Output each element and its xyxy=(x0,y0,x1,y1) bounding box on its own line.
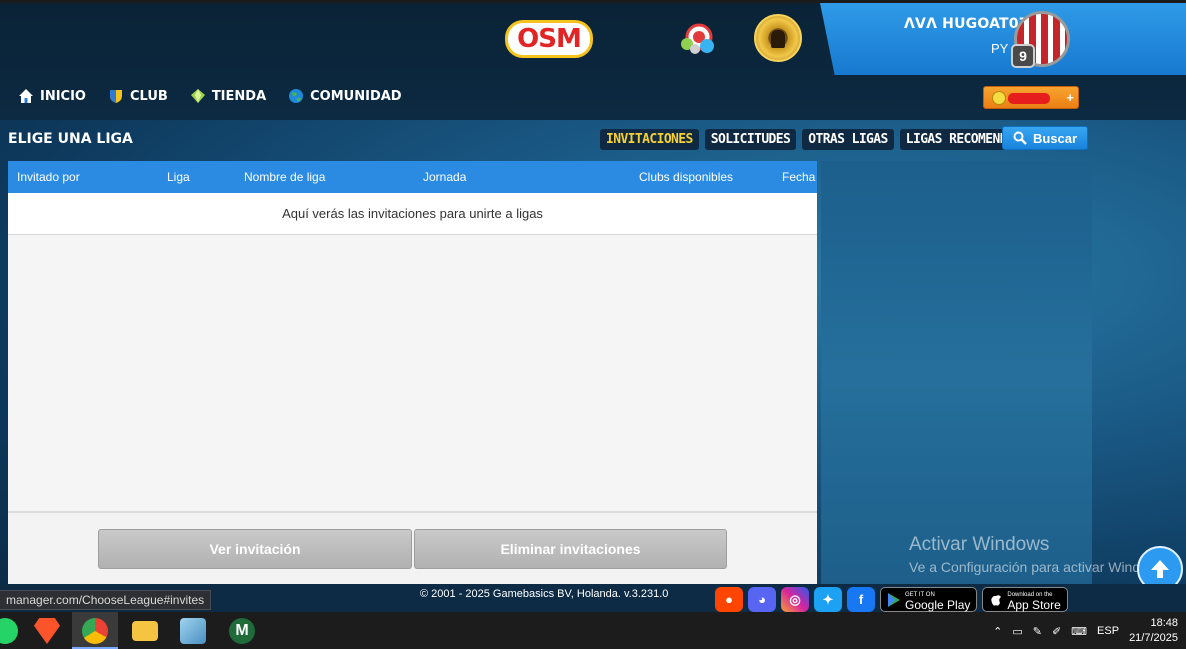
shield-icon xyxy=(109,90,122,103)
column-header-liga[interactable]: Liga xyxy=(167,170,190,184)
brave-browser-icon[interactable] xyxy=(34,618,60,644)
watermark-line-1: Activar Windows xyxy=(909,534,1050,555)
twitter-icon[interactable]: ✦ xyxy=(814,587,842,612)
column-header-clubs-disponibles[interactable]: Clubs disponibles xyxy=(639,170,733,184)
nav-label: CLUB xyxy=(129,88,168,104)
whatsapp-icon[interactable] xyxy=(0,618,18,644)
ink-icon[interactable]: ✐ xyxy=(1052,625,1061,638)
m-app-icon[interactable]: M xyxy=(229,618,255,644)
google-play-icon xyxy=(888,592,900,607)
facebook-icon[interactable]: f xyxy=(847,587,875,612)
discord-icon[interactable]: ◕ xyxy=(748,587,776,612)
search-label: Buscar xyxy=(1032,130,1078,146)
home-icon xyxy=(19,89,33,103)
network-icon[interactable]: ▭ xyxy=(1012,625,1022,638)
add-coins-button[interactable]: + xyxy=(1066,90,1074,105)
notepad-icon[interactable] xyxy=(180,618,206,644)
delete-invitations-button[interactable]: Eliminar invitaciones xyxy=(414,529,727,569)
crown-badge-icon[interactable] xyxy=(754,14,802,62)
nav-label: TIENDA xyxy=(211,88,267,104)
profile-name: ΛVΛ HUGOAT07 xyxy=(904,16,1029,32)
main-nav: INICIO CLUB TIENDA COMUNIDAD xyxy=(18,88,402,104)
social-links: ● ◕ ◎ ✦ f GET IT ON Google Play Download … xyxy=(715,587,1068,612)
column-header-fecha[interactable]: Fecha xyxy=(782,170,815,184)
nav-label: COMUNIDAD xyxy=(310,88,402,104)
panel-footer: Ver invitación Eliminar invitaciones xyxy=(8,511,817,584)
keyboard-icon[interactable]: ⌨ xyxy=(1071,625,1087,638)
osm-logo[interactable]: OSM xyxy=(505,20,593,58)
view-invitation-button[interactable]: Ver invitación xyxy=(98,529,412,569)
watermark-line-2: Ve a Configuración para activar Windows. xyxy=(909,559,1169,575)
reddit-icon[interactable]: ● xyxy=(715,587,743,612)
invitations-panel: Invitado por Liga Nombre de liga Jornada… xyxy=(8,161,817,584)
page-title: ELIGE UNA LIGA xyxy=(8,131,133,147)
google-play-badge[interactable]: GET IT ON Google Play xyxy=(880,587,978,612)
side-ad-area xyxy=(821,161,1092,584)
system-tray: ⌃ ▭ ✎ ✐ ⌨ ESP 18:48 21/7/2025 xyxy=(993,616,1178,646)
empty-message: Aquí verás las invitaciones para unirte … xyxy=(8,193,817,235)
tab-otras-ligas[interactable]: OTRAS LIGAS xyxy=(802,129,894,150)
league-tabs: INVITACIONES SOLICITUDES OTRAS LIGAS LIG… xyxy=(600,129,1042,150)
copyright-text: © 2001 - 2025 Gamebasics BV, Holanda. v.… xyxy=(420,588,669,600)
profile-card[interactable] xyxy=(820,3,1186,75)
app-store-label: App Store xyxy=(1007,597,1061,612)
tab-solicitudes[interactable]: SOLICITUDES xyxy=(704,129,797,150)
pen-icon[interactable]: ✎ xyxy=(1033,625,1042,638)
google-play-label: Google Play xyxy=(905,597,971,612)
target-icon[interactable] xyxy=(677,22,719,56)
chevron-up-icon[interactable]: ⌃ xyxy=(993,625,1002,638)
apple-icon xyxy=(991,594,1002,606)
tab-invitaciones[interactable]: INVITACIONES xyxy=(600,129,699,150)
google-play-text: GET IT ON Google Play xyxy=(905,590,971,612)
nav-item-club[interactable]: CLUB xyxy=(108,88,168,104)
clock-date: 21/7/2025 xyxy=(1129,632,1178,644)
coin-amount-redacted xyxy=(1008,93,1050,104)
clock-time: 18:48 xyxy=(1150,617,1178,629)
app-store-badge[interactable]: Download on the App Store xyxy=(982,587,1068,612)
top-border xyxy=(0,0,1186,3)
file-explorer-icon[interactable] xyxy=(132,621,158,641)
search-icon xyxy=(1013,131,1027,145)
nav-item-comunidad[interactable]: COMUNIDAD xyxy=(288,88,402,104)
diamond-icon xyxy=(190,89,205,103)
arrow-up-icon xyxy=(1151,560,1169,578)
title-row: ELIGE UNA LIGA INVITACIONES SOLICITUDES … xyxy=(0,120,1186,160)
coin-icon xyxy=(992,91,1006,105)
nav-item-tienda[interactable]: TIENDA xyxy=(190,88,266,104)
search-button[interactable]: Buscar xyxy=(1002,126,1088,150)
app-store-text: Download on the App Store xyxy=(1007,590,1061,612)
windows-taskbar: M ⌃ ▭ ✎ ✐ ⌨ ESP 18:48 21/7/2025 xyxy=(0,612,1186,649)
column-header-invitado-por[interactable]: Invitado por xyxy=(17,170,80,184)
windows-activation-watermark: Activar Windows Ve a Configuración para … xyxy=(909,534,1169,575)
table-header: Invitado por Liga Nombre de liga Jornada… xyxy=(8,161,817,193)
language-indicator[interactable]: ESP xyxy=(1097,625,1119,637)
profile-country: PY xyxy=(991,41,1009,56)
chrome-icon[interactable] xyxy=(82,618,108,644)
column-header-nombre-de-liga[interactable]: Nombre de liga xyxy=(244,170,325,184)
status-url-tooltip: manager.com/ChooseLeague#invites xyxy=(0,590,212,610)
column-header-jornada[interactable]: Jornada xyxy=(423,170,466,184)
clock[interactable]: 18:48 21/7/2025 xyxy=(1129,616,1178,646)
nav-label: INICIO xyxy=(40,88,86,104)
nav-item-inicio[interactable]: INICIO xyxy=(18,88,86,104)
globe-icon xyxy=(289,89,304,103)
instagram-icon[interactable]: ◎ xyxy=(781,587,809,612)
coins-bar[interactable]: + xyxy=(983,86,1079,109)
level-badge: 9 xyxy=(1011,44,1035,68)
